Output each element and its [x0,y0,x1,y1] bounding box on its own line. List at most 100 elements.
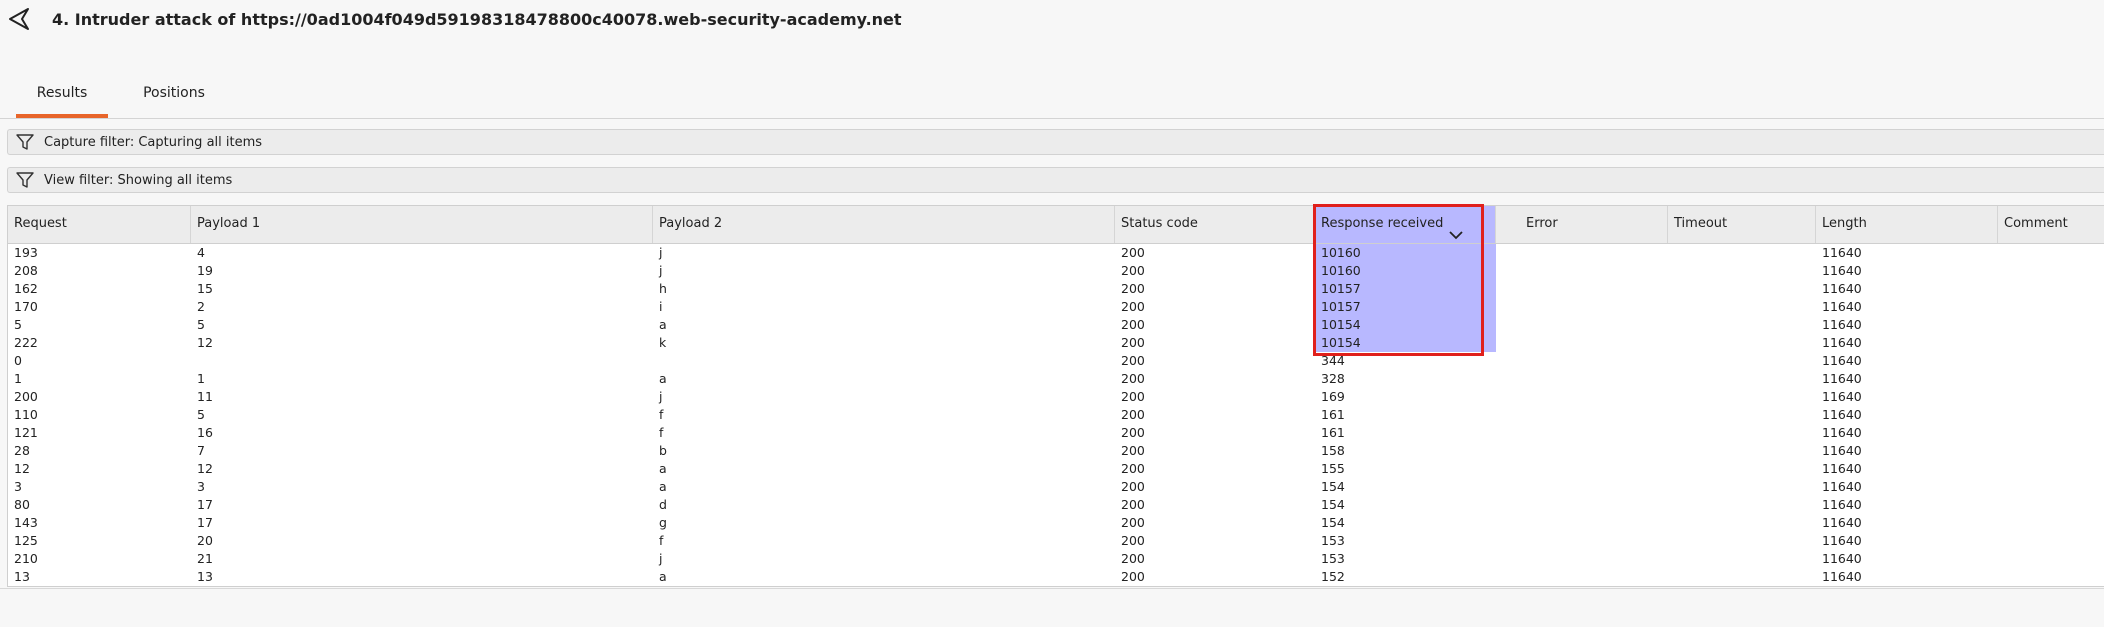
cell-length: 11640 [1822,353,1862,368]
cell-comment [1998,406,2104,424]
cell-payload2: a [659,371,667,386]
cell-timeout [1668,352,1816,370]
column-header-length[interactable]: Length [1816,206,1998,243]
cell-payload2: f [659,425,664,440]
cell-response: 10154 [1315,316,1496,334]
cell-timeout [1668,370,1816,388]
cell-payload1: 5 [197,317,205,332]
cell-status: 200 [1121,443,1145,458]
cell-comment [1998,532,2104,550]
cell-payload2: h [659,281,667,296]
cell-payload2: a [659,461,667,476]
table-row[interactable]: 110 5 f 200 161 11640 [8,406,2104,424]
cell-timeout [1668,316,1816,334]
cell-length: 11640 [1822,263,1862,278]
cell-timeout [1668,262,1816,280]
cell-length: 11640 [1822,335,1862,350]
cell-error [1520,532,1668,550]
capture-filter-bar[interactable]: Capture filter: Capturing all items [7,129,2104,155]
column-header-payload-1[interactable]: Payload 1 [191,206,653,243]
table-row[interactable]: 170 2 i 200 10157 11640 [8,298,2104,316]
cell-comment [1998,244,2104,262]
cell-payload2: g [659,515,667,530]
cell-length: 11640 [1822,479,1862,494]
tabs-divider [0,118,2104,119]
cell-payload1: 21 [197,551,213,566]
column-header-comment[interactable]: Comment [1998,206,2104,243]
cell-status: 200 [1121,479,1145,494]
cell-payload2: a [659,479,667,494]
cell-status: 200 [1121,533,1145,548]
table-row[interactable]: 12 12 a 200 155 11640 [8,460,2104,478]
cell-comment [1998,280,2104,298]
table-row[interactable]: 80 17 d 200 154 11640 [8,496,2104,514]
table-row[interactable]: 143 17 g 200 154 11640 [8,514,2104,532]
table-row[interactable]: 208 19 j 200 10160 11640 [8,262,2104,280]
cell-payload1: 17 [197,515,213,530]
table-row[interactable]: 193 4 j 200 10160 11640 [8,244,2104,262]
cell-comment [1998,514,2104,532]
cell-status: 200 [1121,245,1145,260]
cell-payload2: i [659,299,663,314]
column-header-error[interactable]: Error [1520,206,1668,243]
cell-request: 13 [14,569,30,584]
table-row[interactable]: 162 15 h 200 10157 11640 [8,280,2104,298]
cell-error [1520,550,1668,568]
cell-request: 0 [14,353,22,368]
view-filter-bar[interactable]: View filter: Showing all items [7,167,2104,193]
cell-comment [1998,352,2104,370]
filter-icon [16,134,34,151]
table-row[interactable]: 5 5 a 200 10154 11640 [8,316,2104,334]
cell-request: 208 [14,263,38,278]
table-row[interactable]: 125 20 f 200 153 11640 [8,532,2104,550]
cell-comment [1998,298,2104,316]
cell-payload1: 2 [197,299,205,314]
table-row[interactable]: 1 1 a 200 328 11640 [8,370,2104,388]
cell-payload2: d [659,497,667,512]
cell-length: 11640 [1822,497,1862,512]
view-filter-value: Showing all items [117,173,233,188]
column-header-response-received[interactable]: Response received [1315,206,1496,243]
cell-payload2: f [659,533,664,548]
cell-comment [1998,550,2104,568]
tab-positions[interactable]: Positions [116,72,232,118]
cell-error [1520,334,1668,352]
cell-payload1: 20 [197,533,213,548]
cell-status: 200 [1121,263,1145,278]
cell-payload2: k [659,335,667,350]
cell-comment [1998,568,2104,586]
table-row[interactable]: 0 200 344 11640 [8,352,2104,370]
cell-length: 11640 [1822,461,1862,476]
column-header-payload-2[interactable]: Payload 2 [653,206,1115,243]
column-header-request[interactable]: Request [8,206,191,243]
column-header-status-code[interactable]: Status code [1115,206,1315,243]
cell-status: 200 [1121,371,1145,386]
table-header: Request Payload 1 Payload 2 Status code … [8,206,2104,244]
cell-status: 200 [1121,317,1145,332]
cell-response: 152 [1321,569,1345,584]
table-row[interactable]: 3 3 a 200 154 11640 [8,478,2104,496]
cell-length: 11640 [1822,281,1862,296]
table-row[interactable]: 200 11 j 200 169 11640 [8,388,2104,406]
column-header-timeout[interactable]: Timeout [1668,206,1816,243]
back-arrow-icon[interactable] [6,6,32,32]
cell-request: 110 [14,407,38,422]
table-row[interactable]: 222 12 k 200 10154 11640 [8,334,2104,352]
cell-length: 11640 [1822,407,1862,422]
cell-comment [1998,334,2104,352]
table-row[interactable]: 210 21 j 200 153 11640 [8,550,2104,568]
cell-response: 161 [1321,425,1345,440]
cell-length: 11640 [1822,299,1862,314]
cell-timeout [1668,334,1816,352]
table-row[interactable]: 28 7 b 200 158 11640 [8,442,2104,460]
cell-payload1: 4 [197,245,205,260]
title-bar: 4. Intruder attack of https://0ad1004f04… [0,0,2104,44]
table-row[interactable]: 121 16 f 200 161 11640 [8,424,2104,442]
tab-results[interactable]: Results [16,72,108,118]
cell-payload2: j [659,389,663,404]
cell-response: 10160 [1315,262,1496,280]
cell-status: 200 [1121,335,1145,350]
cell-status: 200 [1121,389,1145,404]
cell-comment [1998,442,2104,460]
table-row[interactable]: 13 13 a 200 152 11640 [8,568,2104,586]
